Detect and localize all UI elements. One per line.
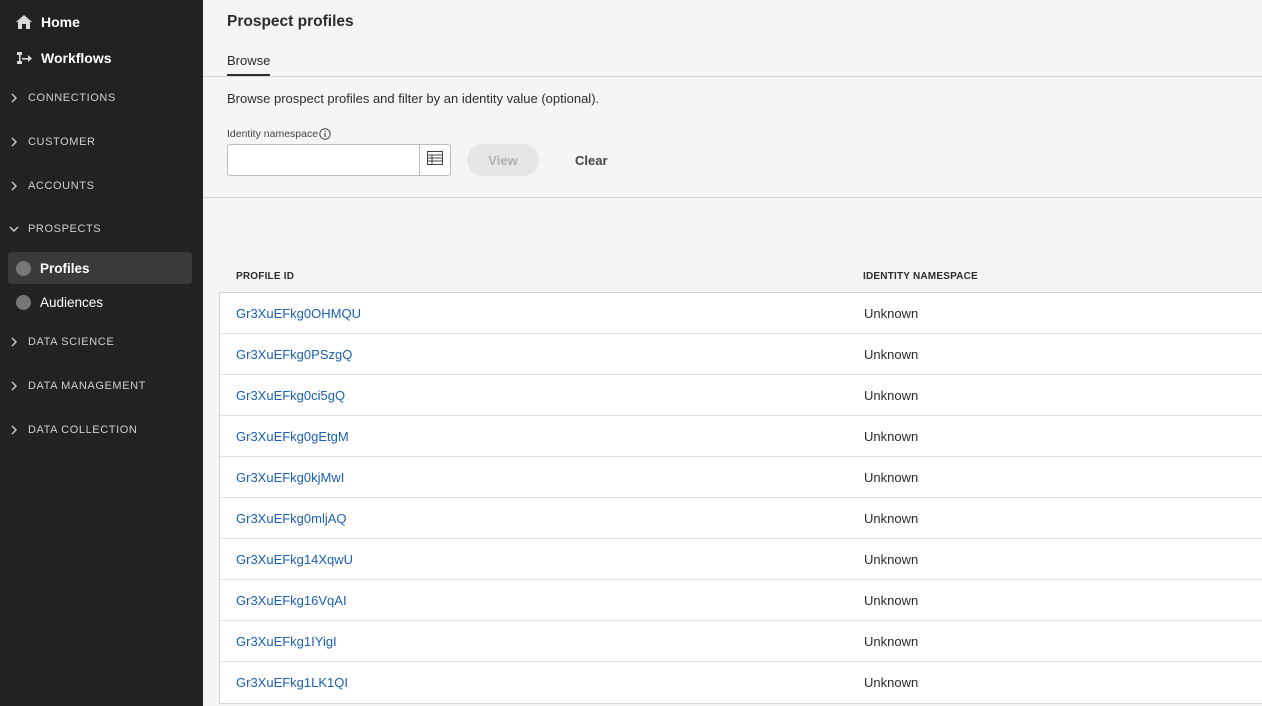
identity-namespace-label: Identity namespace: [227, 128, 1262, 140]
namespace-picker-button[interactable]: [419, 144, 451, 176]
table-row[interactable]: Gr3XuEFkg1LK1QI Unknown: [220, 662, 1262, 703]
chevron-right-icon: [8, 92, 20, 104]
profile-id-link[interactable]: Gr3XuEFkg1LK1QI: [220, 675, 864, 690]
sidebar-item-workflows[interactable]: Workflows: [0, 40, 203, 76]
profile-id-link[interactable]: Gr3XuEFkg14XqwU: [220, 552, 864, 567]
table-row[interactable]: Gr3XuEFkg0OHMQU Unknown: [220, 293, 1262, 334]
sidebar-section-data-science[interactable]: DATA SCIENCE: [0, 320, 203, 364]
section-label: CONNECTIONS: [28, 92, 116, 104]
profile-id-link[interactable]: Gr3XuEFkg16VqAI: [220, 593, 864, 608]
table-row[interactable]: Gr3XuEFkg0PSzgQ Unknown: [220, 334, 1262, 375]
clear-button[interactable]: Clear: [563, 144, 620, 176]
sidebar: Home Workflows CONNECTIONS CUSTOMER ACCO…: [0, 0, 203, 706]
identity-namespace-cell: Unknown: [864, 510, 919, 526]
table-body: Gr3XuEFkg0OHMQU Unknown Gr3XuEFkg0PSzgQ Unk…: [219, 292, 1262, 704]
section-label: CUSTOMER: [28, 136, 96, 148]
view-button[interactable]: View: [467, 144, 539, 176]
home-icon: [15, 13, 33, 31]
sidebar-section-data-management[interactable]: DATA MANAGEMENT: [0, 364, 203, 408]
sidebar-section-prospects[interactable]: PROSPECTS: [0, 208, 203, 250]
table-row[interactable]: Gr3XuEFkg0kjMwI Unknown: [220, 457, 1262, 498]
sidebar-section-data-collection[interactable]: DATA COLLECTION: [0, 408, 203, 452]
profile-id-link[interactable]: Gr3XuEFkg0kjMwI: [220, 470, 864, 485]
circle-icon: [16, 260, 31, 276]
chevron-right-icon: [8, 424, 20, 436]
section-label: DATA MANAGEMENT: [28, 380, 146, 392]
sidebar-item-label: Profiles: [40, 260, 90, 276]
sidebar-item-home[interactable]: Home: [0, 4, 203, 40]
profile-id-link[interactable]: Gr3XuEFkg1IYigI: [220, 634, 864, 649]
sidebar-section-accounts[interactable]: ACCOUNTS: [0, 164, 203, 208]
sidebar-item-label: Workflows: [41, 50, 112, 66]
tab-browse[interactable]: Browse: [227, 53, 271, 76]
chevron-right-icon: [8, 380, 20, 392]
identity-namespace-input[interactable]: [227, 144, 419, 176]
table-select-icon: [427, 150, 443, 170]
table-row[interactable]: Gr3XuEFkg14XqwU Unknown: [220, 539, 1262, 580]
app-root: Home Workflows CONNECTIONS CUSTOMER ACCO…: [0, 0, 1262, 706]
workflow-icon: [15, 49, 33, 67]
page-title: Prospect profiles: [227, 13, 354, 30]
identity-namespace-cell: Unknown: [864, 346, 919, 362]
identity-namespace-cell: Unknown: [864, 305, 919, 321]
filter-panel: Browse prospect profiles and filter by a…: [203, 77, 1262, 198]
chevron-right-icon: [8, 336, 20, 348]
table-row[interactable]: Gr3XuEFkg0gEtgM Unknown: [220, 416, 1262, 457]
column-header-identity-namespace[interactable]: IDENTITY NAMESPACE: [863, 271, 978, 282]
table-row[interactable]: Gr3XuEFkg16VqAI Unknown: [220, 580, 1262, 621]
sidebar-section-customer[interactable]: CUSTOMER: [0, 120, 203, 164]
profile-id-link[interactable]: Gr3XuEFkg0mljAQ: [220, 511, 864, 526]
profiles-table: PROFILE ID IDENTITY NAMESPACE Gr3XuEFkg0…: [219, 266, 1262, 704]
field-label-text: Identity namespace: [227, 128, 319, 140]
info-icon[interactable]: [319, 128, 331, 140]
filter-description: Browse prospect profiles and filter by a…: [227, 91, 600, 106]
identity-namespace-cell: Unknown: [864, 469, 919, 485]
sidebar-item-profiles[interactable]: Profiles: [8, 252, 192, 284]
section-label: DATA COLLECTION: [28, 424, 138, 436]
table-row[interactable]: Gr3XuEFkg0ci5gQ Unknown: [220, 375, 1262, 416]
table-row[interactable]: Gr3XuEFkg0mljAQ Unknown: [220, 498, 1262, 539]
identity-namespace-cell: Unknown: [864, 551, 919, 567]
chevron-down-icon: [8, 223, 20, 235]
sidebar-item-audiences[interactable]: Audiences: [8, 286, 192, 318]
circle-icon: [16, 294, 31, 310]
identity-namespace-cell: Unknown: [864, 428, 919, 444]
profile-id-link[interactable]: Gr3XuEFkg0OHMQU: [220, 306, 864, 321]
main-content: Prospect profiles Browse Browse prospect…: [203, 0, 1262, 706]
section-label: ACCOUNTS: [28, 180, 95, 192]
sidebar-section-connections[interactable]: CONNECTIONS: [0, 76, 203, 120]
identity-namespace-cell: Unknown: [864, 387, 919, 403]
section-label: PROSPECTS: [28, 223, 102, 235]
table-row[interactable]: Gr3XuEFkg1IYigI Unknown: [220, 621, 1262, 662]
column-header-profile-id[interactable]: PROFILE ID: [219, 271, 863, 282]
page-header: Prospect profiles Browse: [203, 0, 1262, 76]
chevron-right-icon: [8, 180, 20, 192]
sidebar-item-label: Audiences: [40, 294, 104, 310]
sidebar-item-label: Home: [41, 14, 80, 30]
profile-id-link[interactable]: Gr3XuEFkg0PSzgQ: [220, 347, 864, 362]
section-label: DATA SCIENCE: [28, 336, 115, 348]
identity-namespace-cell: Unknown: [864, 633, 919, 649]
profile-id-link[interactable]: Gr3XuEFkg0ci5gQ: [220, 388, 864, 403]
identity-namespace-cell: Unknown: [864, 675, 919, 690]
profile-id-link[interactable]: Gr3XuEFkg0gEtgM: [220, 429, 864, 444]
identity-namespace-cell: Unknown: [864, 592, 919, 608]
tab-list: Browse: [227, 53, 1262, 76]
identity-namespace-row: View Clear: [227, 144, 1262, 176]
chevron-right-icon: [8, 136, 20, 148]
table-header: PROFILE ID IDENTITY NAMESPACE: [219, 266, 1262, 286]
